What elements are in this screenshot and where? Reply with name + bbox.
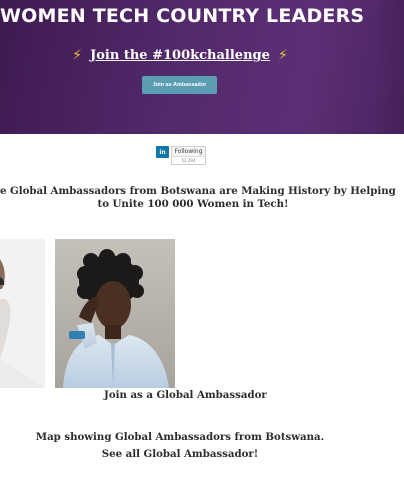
hero-title: WOMEN TECH COUNTRY LEADERS xyxy=(0,5,365,27)
map-description: Map showing Global Ambassadors from Bots… xyxy=(35,431,325,443)
ambassador-photo[interactable] xyxy=(55,239,175,388)
follower-count: 52,294 xyxy=(172,156,205,164)
following-label[interactable]: Following xyxy=(174,147,202,156)
lightning-icon: ⚡ xyxy=(72,47,83,64)
page-heading: ive Global Ambassadors from Botswana are… xyxy=(0,185,396,210)
linkedin-icon[interactable]: in xyxy=(156,146,169,158)
ambassador-photo[interactable] xyxy=(0,239,45,388)
challenge-row: ⚡ Join the #100kchallenge ⚡ xyxy=(0,45,360,64)
follow-box[interactable]: Following 52,294 xyxy=(171,146,206,165)
ambassador-caption: Join as a Global Ambassador xyxy=(104,389,267,401)
join-ambassador-button[interactable]: Join as Ambassador xyxy=(142,76,217,94)
see-all-ambassadors-link[interactable]: See all Global Ambassador! xyxy=(0,448,360,460)
ambassador-photo-image xyxy=(0,239,45,388)
lightning-icon: ⚡ xyxy=(277,47,288,64)
linkedin-follow-widget[interactable]: in Following 52,294 xyxy=(156,146,206,166)
ambassador-photo-image xyxy=(55,239,175,388)
hero-banner: WOMEN TECH COUNTRY LEADERS ⚡ Join the #1… xyxy=(0,0,404,134)
challenge-link[interactable]: Join the #100kchallenge xyxy=(90,48,270,63)
